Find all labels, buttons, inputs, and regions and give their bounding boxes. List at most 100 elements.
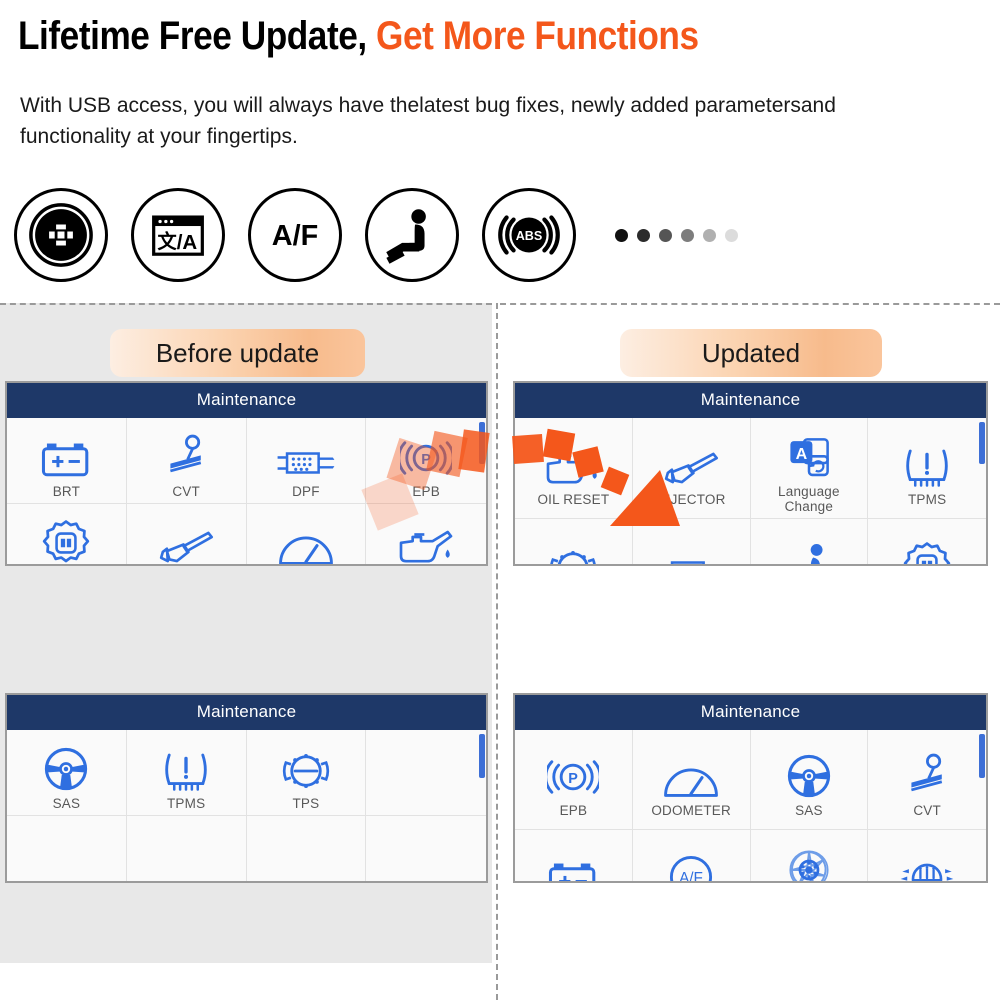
- panel-title: Maintenance: [7, 383, 486, 418]
- grid-cell-empty: [127, 816, 247, 881]
- grid-cell-tpms[interactable]: TPMS: [868, 418, 986, 519]
- carousel-dot[interactable]: [659, 228, 672, 242]
- gear-shifter-icon: [163, 424, 209, 480]
- grid-cell-cvt[interactable]: CVT: [126, 418, 247, 504]
- grid-cell-injector[interactable]: INJECTOR: [127, 504, 247, 565]
- grid-cell-clutch-adaptation[interactable]: Clutch Adaptation: [751, 830, 869, 881]
- language-change-icon: A: [785, 424, 833, 480]
- grid-cell-gear-learn[interactable]: GEAR LEARN: [7, 504, 127, 565]
- obd-connector-icon: [14, 188, 108, 282]
- grid-cell-epb[interactable]: P EPB: [366, 418, 486, 504]
- oil-can-icon: [543, 432, 603, 488]
- svg-text:P: P: [421, 452, 431, 468]
- cell-label: ODOMETER: [651, 803, 731, 818]
- carousel-dot[interactable]: [725, 228, 738, 242]
- grid-cell-sas[interactable]: SAS: [750, 730, 869, 830]
- language-translate-icon: 文 /A: [131, 188, 225, 282]
- grid-cell-tpms[interactable]: TPMS: [126, 730, 247, 816]
- cell-label: BRT: [52, 484, 81, 499]
- panel-scrollbar-thumb[interactable]: [479, 422, 485, 464]
- grid-cell-odometer[interactable]: ODOMETER: [632, 730, 751, 830]
- injector-icon: [662, 432, 720, 488]
- grid-cell-language-change[interactable]: A Language Change: [750, 418, 869, 519]
- cell-label: SAS: [52, 796, 81, 811]
- panel-scrollbar-thumb[interactable]: [979, 422, 985, 464]
- page-title: Lifetime Free Update, Get More Functions: [18, 14, 863, 59]
- svg-text:A: A: [795, 445, 807, 463]
- steering-wheel-icon: [43, 736, 89, 792]
- carousel-dot[interactable]: [615, 228, 628, 242]
- grid-cell-dpf[interactable]: DPF: [246, 418, 367, 504]
- particulate-filter-icon: [661, 533, 721, 564]
- grid-cell-dpf[interactable]: DPF: [633, 519, 751, 564]
- panel-title: Maintenance: [515, 695, 986, 730]
- panel-scrollbar-thumb[interactable]: [479, 734, 485, 778]
- seat-occupant-icon: [365, 188, 459, 282]
- cell-label: TPMS: [907, 491, 947, 507]
- cell-label: TPMS: [166, 796, 206, 811]
- grid-cell-seatmatch[interactable]: SEATMATCH: [751, 519, 869, 564]
- cell-label: DPF: [292, 484, 320, 499]
- particulate-filter-icon: [276, 424, 336, 480]
- cell-label: SAS: [795, 803, 823, 818]
- svg-text:文: 文: [158, 230, 178, 253]
- throttle-body-icon: [547, 533, 599, 564]
- svg-text:A/F: A/F: [679, 869, 703, 883]
- svg-text:ABS: ABS: [516, 229, 543, 243]
- cell-label: TPS: [292, 796, 320, 811]
- cell-label: EPB: [412, 484, 440, 499]
- device-screen-before: Maintenance BRT CVT DPF P EPB: [5, 381, 488, 566]
- injector-icon: [157, 511, 215, 565]
- cell-label: OIL RESET: [537, 491, 610, 507]
- bleeding-icon: [899, 844, 955, 881]
- grid-cell-tps[interactable]: TPS: [246, 730, 367, 816]
- svg-text:P: P: [569, 771, 579, 787]
- grid-cell-bleeding[interactable]: BLEEDING: [868, 830, 986, 881]
- abs-brake-icon: ABS: [482, 188, 576, 282]
- device-screen-after-2: Maintenance P EPB ODOMETER SAS CVT A/F: [513, 693, 988, 883]
- battery-icon: [40, 424, 92, 480]
- grid-cell-epb[interactable]: P EPB: [515, 730, 633, 830]
- page-subtitle: With USB access, you will always have th…: [20, 94, 836, 148]
- function-grid: P EPB ODOMETER SAS CVT A/F: [515, 730, 986, 883]
- grid-cell-tps[interactable]: TPS: [515, 519, 633, 564]
- page-title-accent: Get More Functions: [376, 14, 699, 58]
- carousel-dots[interactable]: [615, 228, 738, 242]
- air-fuel-icon: A/F: [248, 188, 342, 282]
- grid-cell-cvt[interactable]: CVT: [868, 730, 986, 830]
- parking-brake-icon: P: [400, 424, 453, 480]
- panel-title: Maintenance: [7, 695, 486, 730]
- grid-cell-sas[interactable]: SAS: [7, 730, 127, 816]
- device-screen-before-2: Maintenance SAS TPMS TPS: [5, 693, 488, 883]
- grid-cell-gear-learn[interactable]: GEAR LEARN: [868, 519, 986, 564]
- page-title-primary: Lifetime Free Update,: [18, 14, 377, 58]
- clutch-icon: [787, 836, 831, 881]
- parking-brake-icon: P: [547, 743, 600, 799]
- updated-badge: Updated: [620, 329, 882, 377]
- grid-cell-empty: [366, 816, 486, 881]
- grid-cell-brt[interactable]: BRT: [515, 830, 633, 881]
- carousel-dot[interactable]: [703, 228, 716, 242]
- grid-cell-oil-reset[interactable]: OIL RESET: [366, 504, 486, 564]
- grid-cell-injector[interactable]: INJECTOR: [632, 418, 751, 519]
- cell-label: Language Change: [778, 484, 840, 514]
- grid-cell-empty: [247, 816, 367, 881]
- air-fuel-circle-icon: A/F: [668, 844, 714, 883]
- svg-text:A/F: A/F: [272, 220, 318, 252]
- throttle-body-icon: [280, 736, 332, 792]
- function-grid: BRT CVT DPF P EPB: [7, 418, 486, 565]
- grid-cell-odometer[interactable]: ODOMETER: [247, 504, 367, 564]
- compare-divider: [496, 303, 498, 1000]
- grid-cell-brt[interactable]: BRT: [7, 418, 127, 504]
- carousel-dot[interactable]: [681, 228, 694, 242]
- feature-icon-row: 文 /A A/F ABS: [14, 188, 738, 282]
- svg-text:/A: /A: [177, 231, 198, 254]
- device-screen-after: Maintenance OIL RESET INJECTOR A Languag…: [513, 381, 988, 566]
- grid-cell-empty: [7, 816, 127, 881]
- grid-cell-af-adjust[interactable]: A/F A/F ADJUST: [633, 830, 751, 883]
- grid-cell-oil-reset[interactable]: OIL RESET: [515, 418, 633, 519]
- carousel-dot[interactable]: [637, 228, 650, 242]
- panel-scrollbar-thumb[interactable]: [979, 734, 985, 778]
- gear-learn-icon: [42, 511, 90, 565]
- tpms-icon: [903, 432, 951, 488]
